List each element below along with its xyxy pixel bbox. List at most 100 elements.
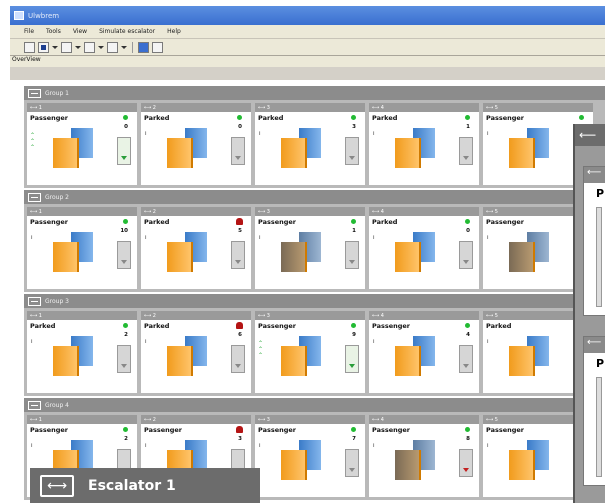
group-header[interactable]: Group 3 <box>24 294 605 308</box>
card-state: Passenger <box>30 114 69 122</box>
card-id: ⟷ 1 <box>30 208 42 215</box>
direction-marker-icon: ╵ <box>372 444 376 451</box>
chevron-down-icon[interactable] <box>75 45 81 49</box>
direction-marker-icon: ╵ <box>30 236 34 243</box>
toolbar-separator <box>132 41 133 53</box>
direction-marker-icon: ╵ <box>144 444 148 451</box>
detail-card-state: P <box>596 357 605 370</box>
escalator-card[interactable]: ⟷ 4 Parked 0 ╵ <box>369 207 479 289</box>
card-id: ⟷ 5 <box>486 208 498 215</box>
list-icon[interactable] <box>84 41 95 53</box>
direction-marker-icon: ╵ <box>144 132 148 139</box>
escalator-card[interactable]: ⟷ 2 Parked 0 ╵ <box>141 103 251 185</box>
menu-tools[interactable]: Tools <box>46 28 61 35</box>
load-gauge-icon <box>231 241 245 269</box>
escalator-card[interactable]: ⟷ 3 Parked 3 ╵ <box>255 103 365 185</box>
left-arrow-icon[interactable]: ⟵ <box>579 128 596 142</box>
menu-help[interactable]: Help <box>167 28 181 35</box>
escalator-card[interactable]: ⟷ 4 Passenger 4 ╵ <box>369 311 479 393</box>
chevron-down-icon[interactable] <box>52 45 58 49</box>
escalator-card[interactable]: ⟷ 4 Passenger 8 ╵ <box>369 415 479 497</box>
monitor-icon[interactable] <box>138 41 149 53</box>
card-count: 10 <box>120 228 128 234</box>
toolbar <box>10 39 605 56</box>
status-led-icon <box>351 427 356 432</box>
grid-icon[interactable] <box>61 41 72 53</box>
escalator-card[interactable]: ⟷ 1 Passenger 0 ⌃ ⌃ ⌃ <box>27 103 137 185</box>
direction-marker-icon: ╵ <box>372 132 376 139</box>
direction-marker-icon: ╵ <box>258 236 262 243</box>
card-header: ⟷ 3 <box>255 415 365 424</box>
detail-card[interactable]: ⟵ P <box>583 336 605 486</box>
detail-card[interactable]: ⟵ P <box>583 166 605 316</box>
escalator-card[interactable]: ⟷ 3 Passenger 1 ╵ <box>255 207 365 289</box>
card-state: Passenger <box>486 218 525 226</box>
card-id: ⟷ 3 <box>258 104 270 111</box>
card-id: ⟷ 4 <box>372 416 384 423</box>
window-icon[interactable] <box>107 41 118 53</box>
escalator-panel-header[interactable]: ⟷ Escalator 1 <box>30 468 260 503</box>
card-state: Passenger <box>486 114 525 122</box>
escalator-card[interactable]: ⟷ 3 Passenger 9 ⌃ ⌃ ⌃ <box>255 311 365 393</box>
card-count: 9 <box>352 332 356 338</box>
menu-file[interactable]: File <box>24 28 34 35</box>
detail-panel-edge[interactable]: ⟵ ⟵ P ⟵ P <box>573 124 605 503</box>
app-icon <box>14 11 24 20</box>
group-collapse-icon[interactable] <box>28 88 41 98</box>
escalator-icon <box>507 336 557 376</box>
escalator-card[interactable]: ⟷ 1 Passenger 10 ╵ <box>27 207 137 289</box>
card-id: ⟷ 4 <box>372 312 384 319</box>
card-header: ⟷ 1 <box>27 207 137 216</box>
escalator-icon <box>51 128 101 168</box>
status-led-icon <box>351 219 356 224</box>
new-icon[interactable] <box>24 41 35 53</box>
escalator-icon <box>507 128 557 168</box>
group-collapse-icon[interactable] <box>28 400 41 410</box>
card-id: ⟷ 2 <box>144 104 156 111</box>
card-id: ⟷ 3 <box>258 312 270 319</box>
card-state: Passenger <box>30 218 69 226</box>
status-led-icon <box>579 115 584 120</box>
card-id: ⟷ 4 <box>372 104 384 111</box>
escalator-card[interactable]: ⟷ 4 Parked 1 ╵ <box>369 103 479 185</box>
direction-marker-icon: ╵ <box>30 340 34 347</box>
group-header[interactable]: Group 4 <box>24 398 605 412</box>
alarm-bell-icon <box>236 218 243 225</box>
escalator-card[interactable]: ⟷ 1 Parked 2 ╵ <box>27 311 137 393</box>
card-count: 2 <box>124 436 128 442</box>
group-header[interactable]: Group 1 <box>24 86 605 100</box>
card-count: 3 <box>352 124 356 130</box>
group-header[interactable]: Group 2 <box>24 190 605 204</box>
group-collapse-icon[interactable] <box>28 296 41 306</box>
menu-view[interactable]: View <box>73 28 87 35</box>
load-gauge-icon <box>345 345 359 373</box>
menu-simulate[interactable]: Simulate escalator <box>99 28 155 35</box>
escalator-icon <box>393 440 443 480</box>
detail-card-header: ⟵ <box>584 337 605 353</box>
chevron-down-icon[interactable] <box>98 45 104 49</box>
escalator-icon <box>507 440 557 480</box>
card-state: Parked <box>144 218 170 226</box>
escalator-icon <box>165 128 215 168</box>
card-state: Passenger <box>258 218 297 226</box>
card-header: ⟷ 4 <box>369 311 479 320</box>
help-icon[interactable] <box>152 41 163 53</box>
status-led-icon <box>465 427 470 432</box>
load-gauge-icon <box>117 137 131 165</box>
card-id: ⟷ 2 <box>144 208 156 215</box>
escalator-card[interactable]: ⟷ 2 Parked 5 ╵ <box>141 207 251 289</box>
layout-icon[interactable] <box>38 41 49 53</box>
chevron-down-icon[interactable] <box>121 45 127 49</box>
escalator-panel-title: Escalator 1 <box>88 477 176 494</box>
card-header: ⟷ 5 <box>483 103 593 112</box>
status-led-icon <box>237 115 242 120</box>
group-title: Group 3 <box>45 297 69 305</box>
escalator-card[interactable]: ⟷ 3 Passenger 7 ╵ <box>255 415 365 497</box>
group-collapse-icon[interactable] <box>28 192 41 202</box>
escalator-card[interactable]: ⟷ 2 Parked 6 ╵ <box>141 311 251 393</box>
card-state: Passenger <box>144 426 183 434</box>
direction-marker-icon: ╵ <box>144 340 148 347</box>
escalator-icon <box>165 336 215 376</box>
load-gauge-icon <box>459 137 473 165</box>
escalator-icon <box>279 128 329 168</box>
